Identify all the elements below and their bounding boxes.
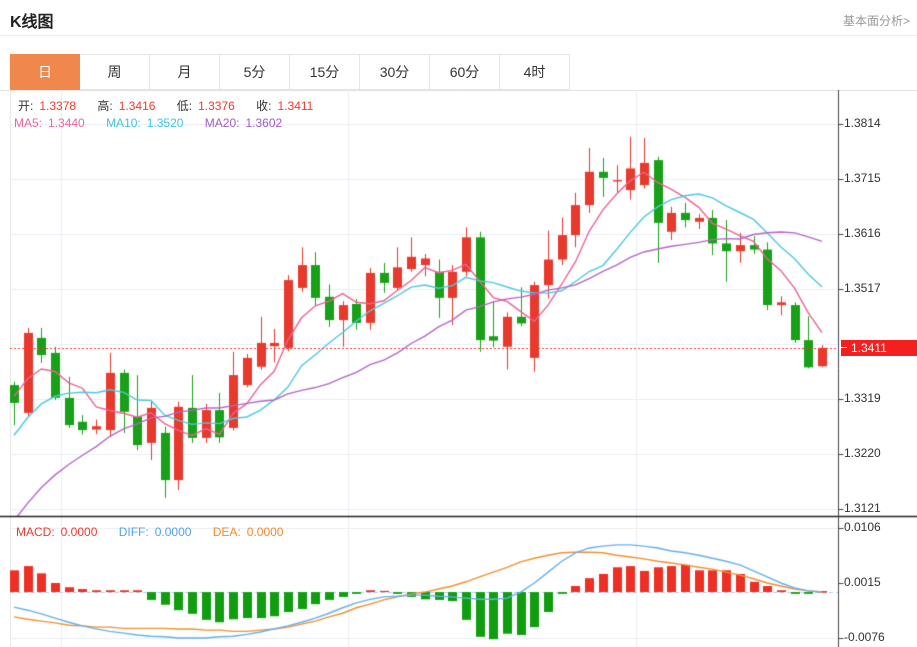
badge-tick-dash xyxy=(841,347,847,349)
ohlc-legend: 开: 1.3378 高: 1.3416 低: 1.3376 收: 1.3411 xyxy=(18,97,319,114)
ma20-label: MA20: xyxy=(204,116,240,130)
header-divider xyxy=(0,35,917,36)
macd-axis-label: -0.0076 xyxy=(844,630,885,644)
kline-page: K线图 基本面分析> 日 周 月 5分 15分 30分 60分 4时 开: 1.3… xyxy=(0,0,917,647)
price-axis-label: 1.3121 xyxy=(844,501,881,515)
close-value: 1.3411 xyxy=(277,99,314,113)
ma10-value: 1.3520 xyxy=(146,116,184,130)
diff-value: 0.0000 xyxy=(154,525,192,539)
macd-axis-label: 0.0106 xyxy=(844,520,881,534)
macd-value: 0.0000 xyxy=(60,525,98,539)
price-axis-label: 1.3517 xyxy=(844,281,881,295)
ma20-value: 1.3602 xyxy=(245,116,283,130)
high-value: 1.3416 xyxy=(118,99,156,113)
ma5-value: 1.3440 xyxy=(48,116,85,130)
macd-legend: MACD: 0.0000 DIFF: 0.0000 DEA: 0.0000 xyxy=(16,525,289,539)
low-label: 低: xyxy=(176,99,193,113)
price-axis-label: 1.3715 xyxy=(844,171,881,185)
diff-label: DIFF: xyxy=(118,525,149,539)
tab-60min[interactable]: 60分 xyxy=(430,54,500,90)
price-axis-label: 1.3220 xyxy=(844,446,881,460)
close-label: 收: xyxy=(256,99,272,113)
tab-day[interactable]: 日 xyxy=(10,54,80,90)
tab-15min[interactable]: 15分 xyxy=(290,54,360,90)
period-tabs: 日 周 月 5分 15分 30分 60分 4时 xyxy=(10,54,570,90)
dea-label: DEA: xyxy=(212,525,241,539)
price-axis-label: 1.3616 xyxy=(844,226,881,240)
page-title: K线图 xyxy=(10,14,54,31)
current-price-value: 1.3411 xyxy=(851,340,887,355)
tab-4hour[interactable]: 4时 xyxy=(500,54,570,90)
tab-week[interactable]: 周 xyxy=(80,54,150,90)
dea-value: 0.0000 xyxy=(246,525,284,539)
open-label: 开: xyxy=(18,99,34,113)
tab-5min[interactable]: 5分 xyxy=(220,54,290,90)
fundamental-analysis-link[interactable]: 基本面分析> xyxy=(843,12,910,29)
ma10-label: MA10: xyxy=(106,116,141,130)
macd-label: MACD: xyxy=(16,525,55,539)
tab-month[interactable]: 月 xyxy=(150,54,220,90)
ma5-label: MA5: xyxy=(14,116,43,130)
price-axis-label: 1.3319 xyxy=(844,391,881,405)
ma-legend: MA5: 1.3440 MA10: 1.3520 MA20: 1.3602 xyxy=(14,116,288,130)
open-value: 1.3378 xyxy=(39,99,77,113)
price-axis-label: 1.3814 xyxy=(844,116,881,130)
macd-axis-label: 0.0015 xyxy=(844,575,881,589)
current-price-badge: 1.3411 xyxy=(841,339,917,356)
tab-30min[interactable]: 30分 xyxy=(360,54,430,90)
high-label: 高: xyxy=(97,99,113,113)
low-value: 1.3376 xyxy=(198,99,235,113)
